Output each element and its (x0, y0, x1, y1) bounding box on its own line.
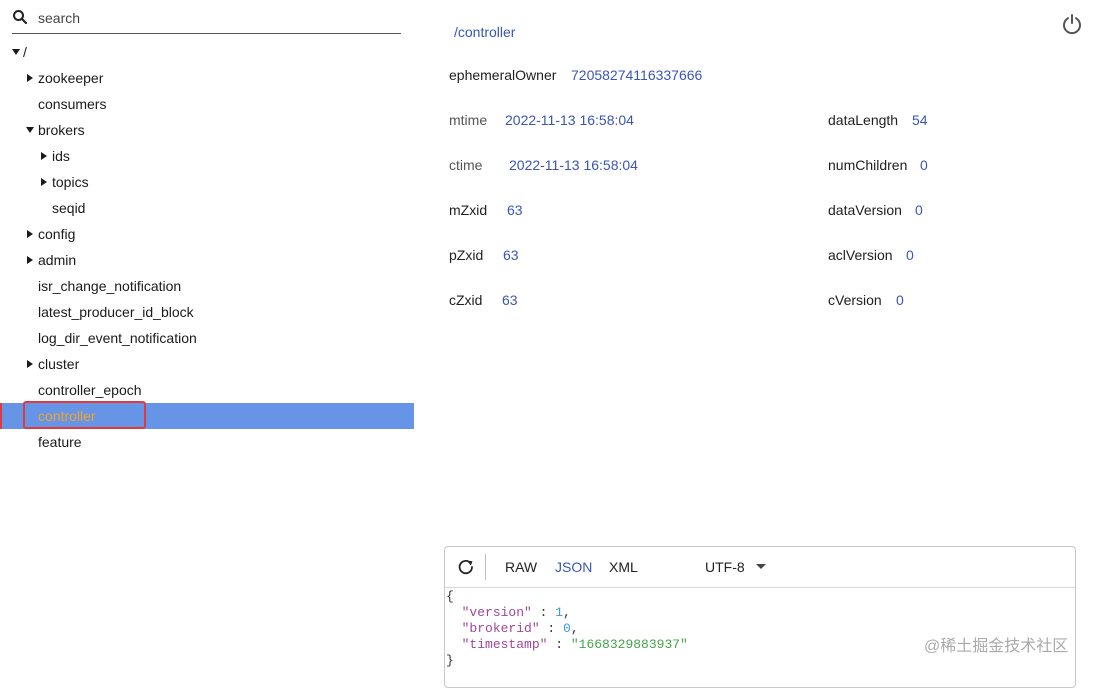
stat-label: cZxid (449, 292, 483, 308)
format-json-button[interactable]: JSON (555, 559, 592, 575)
json-brace: } (446, 653, 454, 668)
json-key: "brokerid" (461, 621, 540, 636)
tree-node-label: brokers (38, 122, 85, 138)
tree-node-label: config (38, 226, 76, 242)
tree-row[interactable]: controller_epoch (0, 377, 414, 403)
power-icon[interactable] (1061, 13, 1083, 35)
stat-label: numChildren (828, 157, 908, 173)
json-value: 1 (555, 605, 564, 620)
stat-value: 63 (503, 247, 519, 263)
stat-label: mZxid (449, 202, 488, 218)
stat-label: aclVersion (828, 247, 893, 263)
json-brace: { (446, 589, 454, 604)
caret-down-icon[interactable] (10, 39, 22, 65)
tree-node-label: cluster (38, 356, 80, 372)
tree-row[interactable]: config (0, 221, 414, 247)
tree-row[interactable]: admin (0, 247, 414, 273)
stat-label: ctime (449, 157, 483, 173)
tree-node-label: seqid (52, 200, 86, 216)
tree-row[interactable]: ids (0, 143, 414, 169)
tree-row[interactable]: log_dir_event_notification (0, 325, 414, 351)
tree-row[interactable]: brokers (0, 117, 414, 143)
node-path: /controller (454, 24, 516, 40)
ephemeral-owner-label: ephemeralOwner (449, 67, 557, 83)
tree-node-label: log_dir_event_notification (38, 330, 197, 346)
stat-value: 54 (912, 112, 928, 128)
tree-node-label: consumers (38, 96, 107, 112)
format-xml-button[interactable]: XML (609, 559, 638, 575)
stat-value: 0 (896, 292, 904, 308)
tree-node-label: latest_producer_id_block (38, 304, 194, 320)
json-key: "timestamp" (461, 637, 548, 652)
json-key: "version" (461, 605, 532, 620)
chevron-down-icon[interactable] (756, 564, 766, 569)
stat-value: 2022-11-13 16:58:04 (509, 157, 638, 173)
tree-row[interactable]: zookeeper (0, 65, 414, 91)
caret-right-icon[interactable] (24, 247, 36, 273)
tree-node-label: ids (52, 148, 70, 164)
json-content: { "version" : 1, "brokerid" : 0, "timest… (446, 589, 688, 669)
stat-label: dataLength (828, 112, 899, 128)
search-bar[interactable] (12, 6, 401, 34)
caret-right-icon[interactable] (24, 221, 36, 247)
stat-label: pZxid (449, 247, 484, 263)
json-comma: , (563, 605, 571, 620)
tree-row[interactable]: / (0, 39, 414, 65)
refresh-icon[interactable] (457, 558, 475, 576)
node-tree: / zookeeper consumers brokers ids topics seqid… (0, 39, 414, 455)
stat-label: dataVersion (828, 202, 902, 218)
format-raw-button[interactable]: RAW (505, 559, 537, 575)
tree-node-label: / (23, 44, 27, 60)
tree-node-label: controller_epoch (38, 382, 142, 398)
tree-row[interactable]: isr_change_notification (0, 273, 414, 299)
tree-row[interactable]: consumers (0, 91, 414, 117)
viewer-toolbar: RAW JSON XML UTF-8 (445, 547, 1075, 588)
tree-node-label: feature (38, 434, 82, 450)
tree-row[interactable]: feature (0, 429, 414, 455)
toolbar-divider (485, 554, 486, 580)
stat-label: cVersion (828, 292, 882, 308)
highlight-box (23, 401, 146, 429)
ephemeral-owner-value: 72058274116337666 (571, 67, 703, 83)
json-comma: , (570, 621, 579, 636)
search-icon (13, 10, 28, 25)
stat-value: 2022-11-13 16:58:04 (505, 112, 634, 128)
stat-value: 0 (920, 157, 928, 173)
watermark: @稀土掘金技术社区 (924, 638, 1069, 655)
tree-row[interactable]: topics (0, 169, 414, 195)
tree-row[interactable]: cluster (0, 351, 414, 377)
tree-row[interactable]: controller (0, 401, 414, 429)
tree-node-label: isr_change_notification (38, 278, 182, 294)
stat-label: mtime (449, 112, 488, 128)
stat-value: 0 (915, 202, 923, 218)
data-viewer: RAW JSON XML UTF-8 { "version" : 1, "bro… (444, 546, 1076, 688)
tree-node-label: zookeeper (38, 70, 104, 86)
json-separator: : (547, 637, 571, 652)
caret-right-icon[interactable] (24, 351, 36, 377)
json-value: "1668329883937" (570, 637, 688, 652)
caret-down-icon[interactable] (24, 117, 36, 143)
search-input[interactable] (38, 8, 378, 28)
json-value: 0 (563, 621, 571, 636)
caret-right-icon[interactable] (38, 169, 50, 195)
tree-node-label: topics (52, 174, 89, 190)
selection-indicator (0, 403, 2, 429)
encoding-select[interactable]: UTF-8 (705, 559, 745, 575)
json-separator: : (531, 605, 556, 620)
tree-row[interactable]: latest_producer_id_block (0, 299, 414, 325)
caret-right-icon[interactable] (24, 65, 36, 91)
caret-right-icon[interactable] (38, 143, 50, 169)
tree-row[interactable]: seqid (0, 195, 414, 221)
stat-value: 63 (502, 292, 518, 308)
stat-value: 63 (507, 202, 523, 218)
tree-node-label: admin (38, 252, 77, 268)
stat-value: 0 (906, 247, 914, 263)
json-separator: : (539, 621, 564, 636)
